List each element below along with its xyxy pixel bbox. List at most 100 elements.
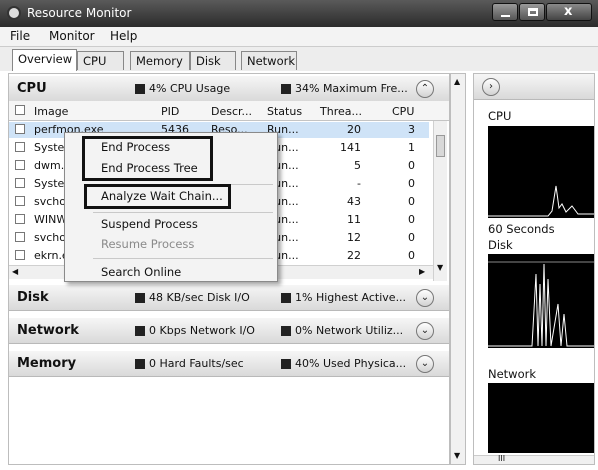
scroll-down-arrow-icon[interactable]: ▼ xyxy=(437,263,443,272)
cpu: 0 xyxy=(408,249,415,262)
used-physical-memory: 40% Used Physica... xyxy=(295,357,407,370)
menu-search-online[interactable]: Search Online xyxy=(101,265,181,279)
tab-strip: Overview CPU Memory Disk Network xyxy=(0,47,598,71)
cpu: 1 xyxy=(408,141,415,154)
disk-io: 48 KB/sec Disk I/O xyxy=(149,291,250,304)
max-frequency: 34% Maximum Fre... xyxy=(295,82,408,95)
menu-separator xyxy=(93,258,273,259)
maximize-icon xyxy=(528,8,538,16)
cpu-usage: 4% CPU Usage xyxy=(149,82,231,95)
graph-horizontal-scrollbar[interactable]: III xyxy=(474,454,594,464)
minimize-button[interactable] xyxy=(492,3,518,21)
window-title: Resource Monitor xyxy=(27,6,132,20)
row-checkbox[interactable] xyxy=(15,232,25,242)
menu-monitor[interactable]: Monitor xyxy=(49,29,95,43)
network-section-title: Network xyxy=(17,323,79,338)
col-image[interactable]: Image xyxy=(34,105,68,118)
tab-cpu[interactable]: CPU xyxy=(77,51,124,70)
disk-graph xyxy=(488,254,594,348)
threads: 11 xyxy=(347,213,361,226)
menu-help[interactable]: Help xyxy=(110,29,137,43)
disk-active-swatch xyxy=(281,293,291,303)
threads: 43 xyxy=(347,195,361,208)
menu-suspend-process[interactable]: Suspend Process xyxy=(101,217,198,231)
cpu: 0 xyxy=(408,177,415,190)
cpu: 0 xyxy=(408,159,415,172)
row-checkbox[interactable] xyxy=(15,160,25,170)
tab-network[interactable]: Network xyxy=(241,51,297,70)
col-status[interactable]: Status xyxy=(267,105,302,118)
menu-resume-process: Resume Process xyxy=(101,237,195,251)
network-graph-label: Network xyxy=(488,367,537,381)
cpu-graph-line xyxy=(488,185,594,217)
col-cpu[interactable]: CPU xyxy=(392,105,414,118)
time-window-label: 60 Seconds xyxy=(488,222,555,236)
threads: 141 xyxy=(340,141,361,154)
collapse-cpu-button[interactable]: ⌃ xyxy=(416,80,434,98)
tab-overview[interactable]: Overview xyxy=(12,49,77,71)
disk-graph-lines xyxy=(488,261,594,347)
threads: 5 xyxy=(354,159,361,172)
row-checkbox[interactable] xyxy=(15,142,25,152)
menu-separator xyxy=(93,212,273,213)
graph-pane-header: › xyxy=(474,74,594,100)
expand-network-button[interactable]: ⌄ xyxy=(416,322,434,340)
disk-section-header[interactable]: Disk 48 KB/sec Disk I/O 1% Highest Activ… xyxy=(9,285,449,311)
scroll-left-arrow-icon[interactable]: ◀ xyxy=(12,267,18,276)
minimize-icon xyxy=(501,15,510,17)
row-checkbox[interactable] xyxy=(15,196,25,206)
disk-io-swatch xyxy=(135,293,145,303)
row-checkbox[interactable] xyxy=(15,178,25,188)
highlight-box-analyze-wait-chain xyxy=(84,184,231,209)
resource-monitor-icon xyxy=(7,6,21,20)
threads: - xyxy=(357,177,361,190)
cpu: 0 xyxy=(408,213,415,226)
scroll-right-arrow-icon[interactable]: ▶ xyxy=(419,267,425,276)
expand-memory-button[interactable]: ⌄ xyxy=(416,355,434,373)
grid-vertical-scrollbar[interactable]: ▼ xyxy=(433,121,447,281)
hard-faults: 0 Hard Faults/sec xyxy=(149,357,244,370)
used-physical-swatch xyxy=(281,359,291,369)
tab-memory[interactable]: Memory xyxy=(130,51,190,70)
cpu-usage-swatch xyxy=(135,84,145,94)
expand-disk-button[interactable]: ⌄ xyxy=(416,289,434,307)
cpu-graph-label: CPU xyxy=(488,109,512,123)
col-threads[interactable]: Threa... xyxy=(320,105,362,118)
graph-scroll-thumb[interactable]: III xyxy=(498,454,505,463)
expand-graph-pane-button[interactable]: › xyxy=(482,78,500,96)
memory-section-header[interactable]: Memory 0 Hard Faults/sec 40% Used Physic… xyxy=(9,351,449,377)
row-checkbox[interactable] xyxy=(15,250,25,260)
select-all-checkbox[interactable] xyxy=(15,105,25,115)
col-description[interactable]: Descr... xyxy=(211,105,252,118)
menu-file[interactable]: File xyxy=(10,29,30,43)
tab-disk[interactable]: Disk xyxy=(190,51,236,70)
network-section-header[interactable]: Network 0 Kbps Network I/O 0% Network Ut… xyxy=(9,318,449,344)
disk-section-title: Disk xyxy=(17,290,49,305)
menu-bar: File Monitor Help xyxy=(0,27,598,47)
col-pid[interactable]: PID xyxy=(161,105,179,118)
network-utilization: 0% Network Utiliz... xyxy=(295,324,404,337)
hard-faults-swatch xyxy=(135,359,145,369)
maximize-button[interactable] xyxy=(519,3,545,21)
cpu: 0 xyxy=(408,195,415,208)
scroll-up-arrow-icon[interactable]: ▲ xyxy=(454,77,460,86)
main-vertical-scrollbar[interactable]: ▲ ▼ xyxy=(450,73,466,465)
scroll-down-arrow-icon[interactable]: ▼ xyxy=(454,451,460,460)
cpu: 3 xyxy=(408,123,415,136)
cpu-section-header[interactable]: CPU 4% CPU Usage 34% Maximum Fre... ⌃ xyxy=(9,76,449,102)
grid-scroll-thumb[interactable] xyxy=(436,135,445,157)
highlight-box-end-process xyxy=(82,136,213,181)
memory-section-title: Memory xyxy=(17,356,77,371)
close-icon: x xyxy=(564,4,573,19)
cpu-section-title: CPU xyxy=(17,81,47,96)
title-bar: Resource Monitor x xyxy=(0,0,598,27)
max-frequency-swatch xyxy=(281,84,291,94)
network-util-swatch xyxy=(281,326,291,336)
row-checkbox[interactable] xyxy=(15,214,25,224)
network-graph xyxy=(488,383,594,453)
cpu: 0 xyxy=(408,231,415,244)
close-button[interactable]: x xyxy=(546,3,592,21)
row-checkbox[interactable] xyxy=(15,124,25,134)
threads: 20 xyxy=(347,123,361,136)
threads: 22 xyxy=(347,249,361,262)
